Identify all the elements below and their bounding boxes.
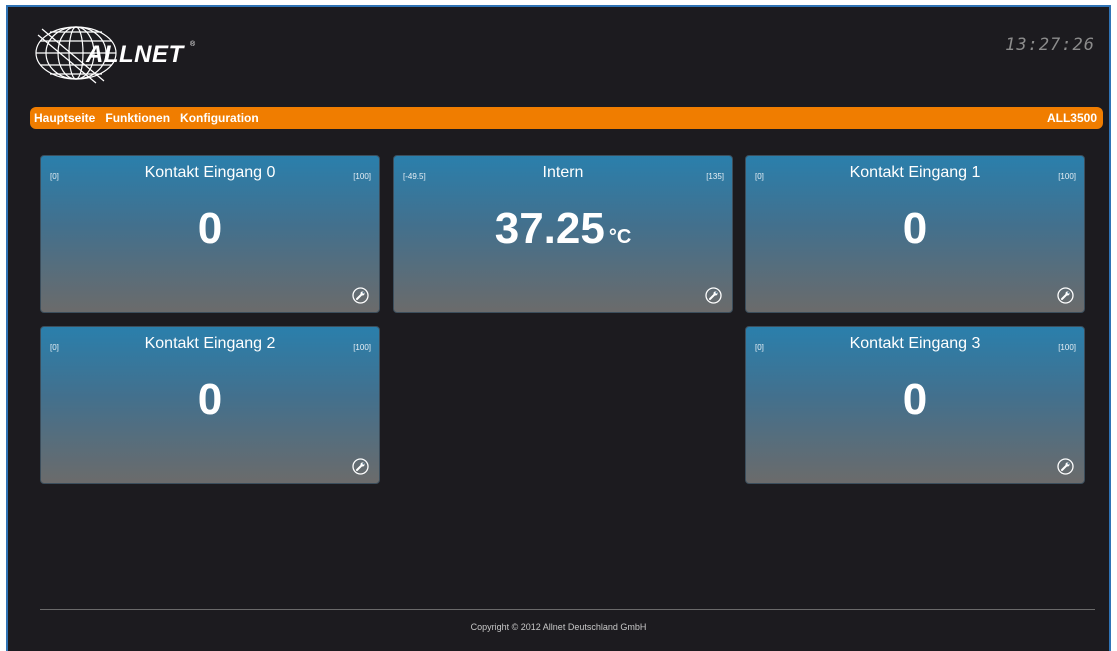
range-max: [100] [353,172,371,181]
menu-item-funktionen[interactable]: Funktionen [105,111,170,125]
brand-name: ALLNET [86,41,184,68]
app-frame: ALLNET ® 13:27:26 Hauptseite Funktionen … [6,5,1111,651]
sensor-value-number: 37.25 [494,204,605,253]
sensor-value: 0 [41,204,379,254]
clock: 13:27:26 [1005,35,1095,55]
footer-copyright: Copyright © 2012 Allnet Deutschland GmbH [470,622,647,632]
sensor-tile-intern: [-49.5] Intern [135] 37.25 °C [393,155,733,313]
wrench-icon[interactable] [352,458,369,475]
wrench-icon[interactable] [1057,458,1074,475]
range-max: [100] [353,343,371,352]
sensor-tile-kontakt-eingang-0: [0] Kontakt Eingang 0 [100] 0 [40,155,380,313]
tile-title: Kontakt Eingang 1 [849,164,981,181]
range-max: [100] [1058,172,1076,181]
range-max: [135] [706,172,724,181]
sensor-tile-kontakt-eingang-1: [0] Kontakt Eingang 1 [100] 0 [745,155,1085,313]
menu-item-konfiguration[interactable]: Konfiguration [180,111,259,125]
sensor-tile-kontakt-eingang-3: [0] Kontakt Eingang 3 [100] 0 [745,326,1085,484]
allnet-logo[interactable]: ALLNET ® [34,23,214,85]
tile-title: Kontakt Eingang 3 [849,335,981,352]
sensor-unit: °C [608,226,632,248]
tile-title: Kontakt Eingang 2 [144,335,276,352]
tile-title: Intern [542,164,584,181]
registered-mark: ® [190,41,196,48]
sensor-value: 0 [746,375,1084,425]
sensor-value-number: 0 [197,204,223,253]
footer-divider [40,609,1095,610]
wrench-icon[interactable] [705,287,722,304]
range-max: [100] [1058,343,1076,352]
sensor-value: 0 [41,375,379,425]
wrench-icon[interactable] [1057,287,1074,304]
menu-item-hauptseite[interactable]: Hauptseite [34,111,95,125]
sensor-value-number: 0 [902,375,928,424]
sensor-value-number: 0 [197,375,223,424]
device-model: ALL3500 [1046,111,1097,125]
sensor-value-number: 0 [902,204,928,253]
sensor-value: 37.25 °C [394,204,732,254]
main-menu-bar: Hauptseite Funktionen Konfiguration ALL3… [30,107,1103,129]
wrench-icon[interactable] [352,287,369,304]
tile-title: Kontakt Eingang 0 [144,164,276,181]
sensor-value: 0 [746,204,1084,254]
sensor-tile-kontakt-eingang-2: [0] Kontakt Eingang 2 [100] 0 [40,326,380,484]
